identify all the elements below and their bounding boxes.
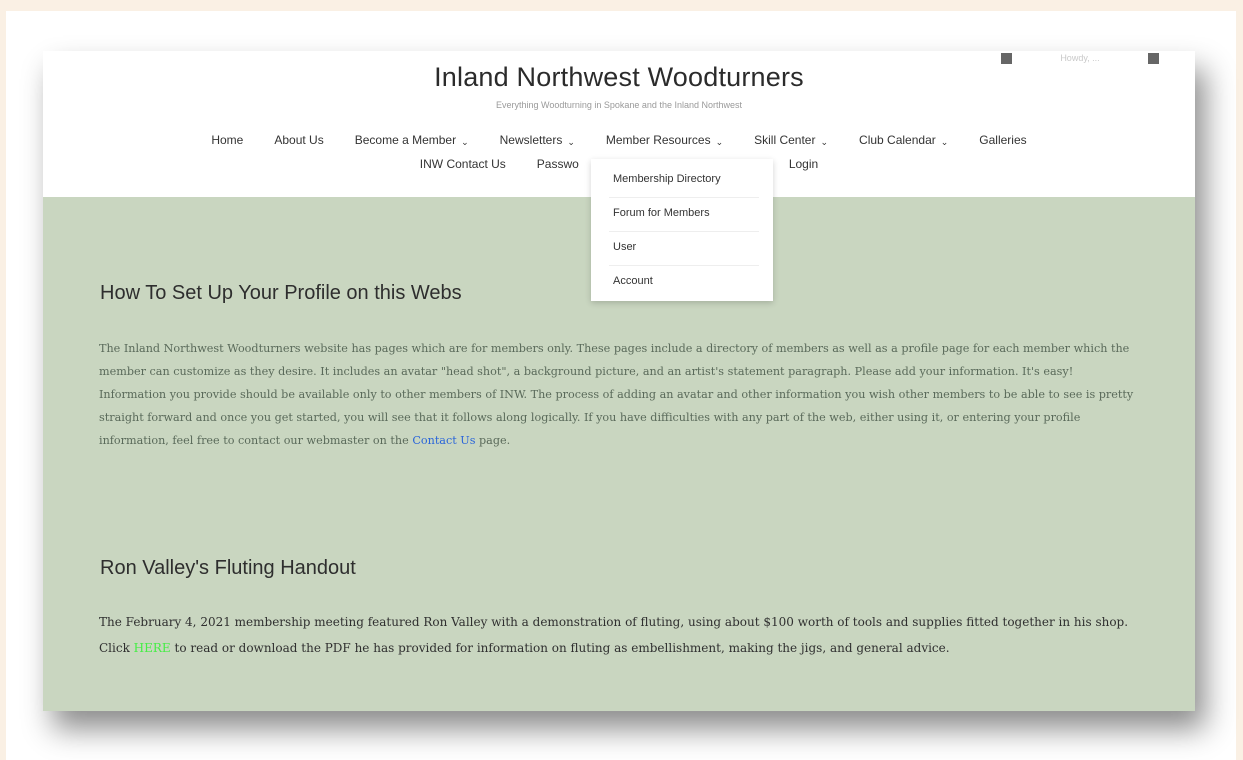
nav-label: Skill Center — [754, 133, 816, 147]
nav-label: Passwo — [536, 157, 579, 171]
nav-label: Member Resources — [605, 133, 711, 147]
member-resources-dropdown: Membership Directory Forum for Members U… — [591, 159, 773, 301]
fluting-paragraph: The February 4, 2021 membership meeting … — [99, 609, 1149, 661]
nav-inw-contact-us[interactable]: INW Contact Us — [420, 157, 506, 171]
account-avatar-icon[interactable] — [1148, 52, 1159, 64]
chevron-down-icon: ⌄ — [715, 136, 724, 147]
fluting-text-end: to read or download the PDF he has provi… — [170, 641, 950, 655]
website-page: Inland Northwest Woodturners Everything … — [43, 51, 1195, 711]
chevron-down-icon: ⌄ — [820, 136, 829, 147]
nav-home[interactable]: Home — [211, 133, 243, 147]
profile-intro-paragraph: The Inland Northwest Woodturners website… — [99, 337, 1149, 452]
site-tagline: Everything Woodturning in Spokane and th… — [496, 100, 742, 110]
nav-label: Become a Member — [354, 133, 457, 147]
contact-us-link[interactable]: Contact Us — [412, 434, 475, 447]
nav-skill-center[interactable]: Skill Center ⌄ — [754, 133, 828, 147]
nav-club-calendar[interactable]: Club Calendar ⌄ — [859, 133, 948, 147]
nav-newsletters[interactable]: Newsletters ⌄ — [500, 133, 575, 147]
nav-login[interactable]: Login — [789, 157, 818, 171]
profile-setup-heading: How To Set Up Your Profile on this Webs — [100, 282, 462, 304]
dropdown-divider — [609, 197, 759, 198]
dropdown-item-membership-directory[interactable]: Membership Directory — [613, 173, 721, 185]
nav-member-resources[interactable]: Member Resources ⌄ — [606, 133, 723, 147]
site-title[interactable]: Inland Northwest Woodturners — [43, 62, 1195, 93]
dropdown-divider — [609, 231, 759, 232]
nav-label: Login — [788, 157, 819, 171]
chevron-down-icon: ⌄ — [461, 136, 469, 147]
nav-label: Home — [211, 133, 244, 147]
nav-about-us[interactable]: About Us — [274, 133, 323, 147]
user-avatar-icon[interactable] — [1001, 52, 1012, 64]
dropdown-divider — [609, 265, 759, 266]
dropdown-item-user[interactable]: User — [613, 241, 636, 253]
nav-label: Club Calendar — [859, 133, 936, 147]
profile-info-text-end: page. — [475, 434, 511, 447]
main-nav-row-1: Home About Us Become a Member ⌄ Newslett… — [43, 133, 1195, 147]
profile-intro-text: The Inland Northwest Woodturners website… — [99, 342, 1130, 378]
nav-label: About Us — [274, 133, 324, 147]
nav-label: Newsletters — [499, 133, 563, 147]
screenshot-frame: Inland Northwest Woodturners Everything … — [6, 11, 1236, 760]
nav-galleries[interactable]: Galleries — [979, 133, 1026, 147]
howdy-text[interactable]: Howdy, ... — [1020, 53, 1140, 63]
nav-label: Galleries — [979, 133, 1027, 147]
nav-password[interactable]: Passwo — [537, 157, 579, 171]
nav-label: INW Contact Us — [419, 157, 506, 171]
chevron-down-icon: ⌄ — [940, 136, 949, 147]
nav-become-member[interactable]: Become a Member ⌄ — [355, 133, 469, 147]
profile-info-text: Information you provide should be availa… — [99, 388, 1134, 447]
dropdown-item-forum[interactable]: Forum for Members — [613, 207, 710, 219]
user-toolbar: Howdy, ... — [1001, 51, 1159, 65]
chevron-down-icon: ⌄ — [567, 136, 575, 147]
fluting-handout-heading: Ron Valley's Fluting Handout — [100, 557, 356, 579]
here-link[interactable]: HERE — [134, 641, 171, 655]
dropdown-item-account[interactable]: Account — [613, 275, 653, 287]
